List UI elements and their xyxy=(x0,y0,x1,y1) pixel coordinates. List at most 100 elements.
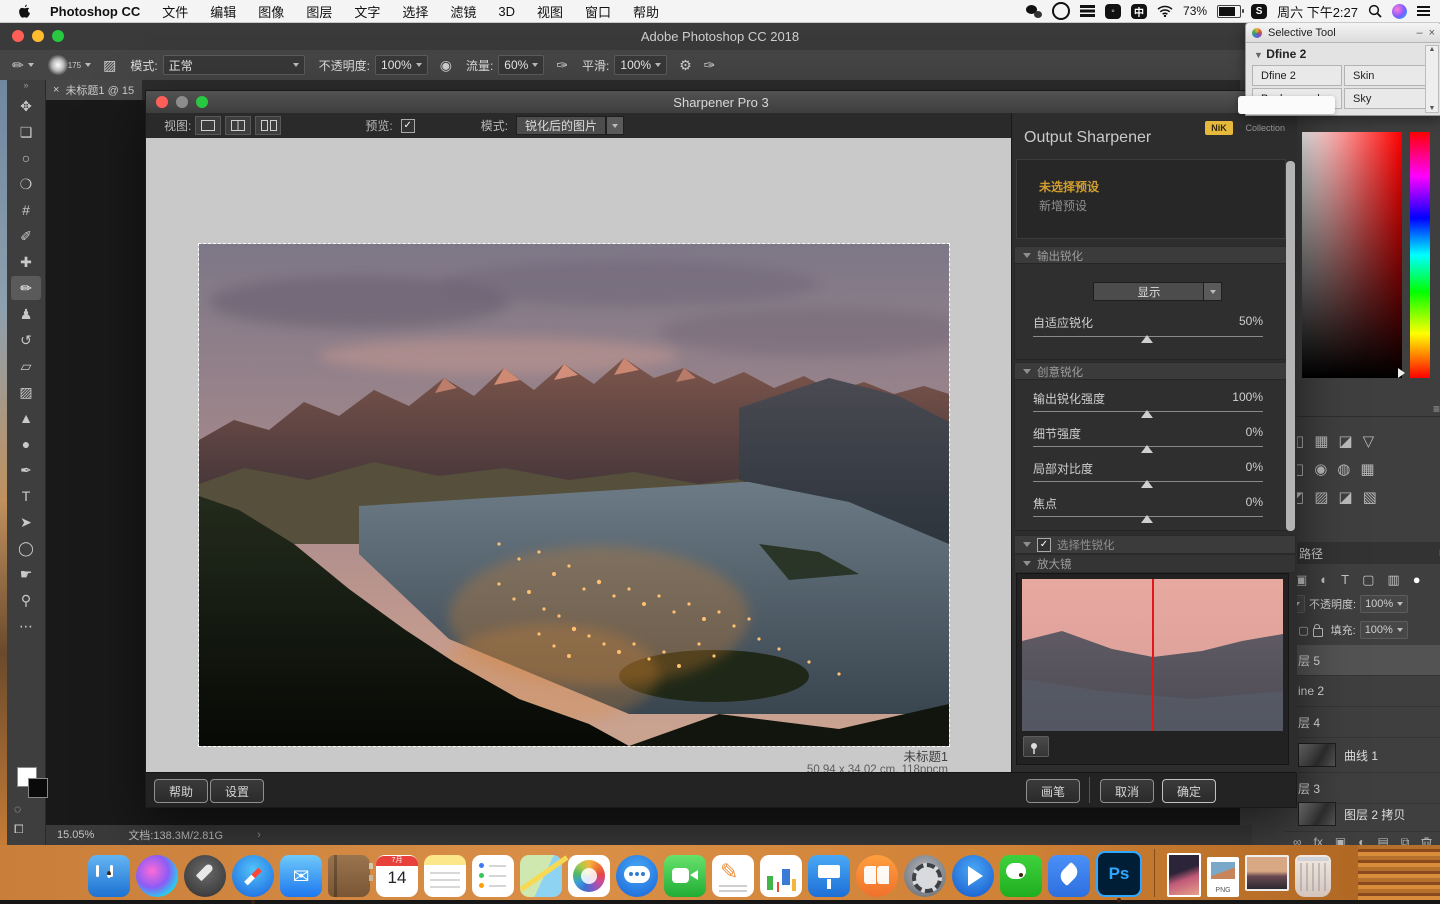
lock-transparency-icon[interactable]: ▢ xyxy=(1298,624,1308,637)
healing-tool[interactable]: ✚ xyxy=(11,250,41,274)
eyedropper-tool[interactable]: ✐ xyxy=(11,224,41,248)
dock-safari-icon[interactable] xyxy=(232,855,274,897)
blur-tool[interactable]: ▲ xyxy=(11,406,41,430)
apple-icon[interactable] xyxy=(18,4,31,19)
preview-checkbox[interactable]: ✓ xyxy=(401,119,415,133)
toolbar-collapse-icon[interactable]: » xyxy=(7,80,45,92)
hue-marker-icon[interactable] xyxy=(1398,368,1405,378)
color-saturation-field[interactable] xyxy=(1302,132,1402,378)
creative-cloud-icon[interactable] xyxy=(1052,2,1070,20)
display-select-arrow[interactable] xyxy=(1203,282,1222,301)
vibrance-icon[interactable]: ▽ xyxy=(1363,432,1375,458)
dock-file-portrait-icon[interactable] xyxy=(1167,853,1201,897)
quick-select-tool[interactable]: ❍ xyxy=(11,172,41,196)
selective-button-sky[interactable]: Sky xyxy=(1344,88,1436,109)
background-color-swatch[interactable] xyxy=(28,778,48,798)
minimize-icon[interactable]: – xyxy=(1416,27,1422,39)
dock-trash-icon[interactable] xyxy=(1295,855,1331,897)
slider-track[interactable] xyxy=(1033,516,1263,517)
slider-track[interactable] xyxy=(1033,411,1263,412)
layer-row[interactable]: 层 5 xyxy=(1285,645,1440,676)
dock-numbers-icon[interactable] xyxy=(760,855,802,897)
wechat-status-icon[interactable] xyxy=(1026,5,1042,18)
dock-messages-icon[interactable] xyxy=(616,855,658,897)
dock-mail-icon[interactable] xyxy=(280,855,322,897)
eraser-tool[interactable]: ▱ xyxy=(11,354,41,378)
brush-preview-icon[interactable] xyxy=(48,55,68,75)
layer-row[interactable]: 图层 2 拷贝 xyxy=(1285,797,1440,832)
layer-row[interactable]: 层 4 xyxy=(1285,707,1440,738)
selective-scrollbar[interactable]: ▲▼ xyxy=(1425,45,1439,113)
preview-image[interactable] xyxy=(198,243,950,747)
opacity-select[interactable]: 100% xyxy=(375,55,428,75)
view-split-button[interactable] xyxy=(225,116,251,135)
spotlight-icon[interactable] xyxy=(1368,4,1382,18)
screenshot-app-badge[interactable]: S xyxy=(1251,4,1267,19)
menu-help[interactable]: 帮助 xyxy=(622,2,670,21)
photo-filter-icon[interactable]: ◉ xyxy=(1314,460,1327,486)
pressure-opacity-icon[interactable]: ◉ xyxy=(440,57,452,74)
zoom-tool[interactable]: ⚲ xyxy=(11,588,41,612)
flow-select[interactable]: 60% xyxy=(498,55,544,75)
layer-thumbnail[interactable] xyxy=(1298,802,1336,826)
menu-filter[interactable]: 滤镜 xyxy=(439,2,487,21)
menu-type[interactable]: 文字 xyxy=(343,2,391,21)
exposure-icon[interactable]: ◪ xyxy=(1338,432,1352,458)
gradient-tool[interactable]: ▨ xyxy=(11,380,41,404)
view-single-button[interactable] xyxy=(195,116,221,135)
loupe-pin-button[interactable] xyxy=(1023,736,1049,757)
panel-menu-icon[interactable]: ≡ xyxy=(1433,402,1440,416)
channel-mixer-icon[interactable]: ◍ xyxy=(1337,460,1350,486)
toggle-brush-panel-icon[interactable]: ▨ xyxy=(103,57,116,74)
dock-notes-icon[interactable] xyxy=(424,855,466,897)
selective-button-dfine[interactable]: Dfine 2 xyxy=(1252,65,1342,86)
posterize-icon[interactable]: ▨ xyxy=(1314,488,1328,514)
wifi-icon[interactable] xyxy=(1157,5,1173,17)
dock-contacts-icon[interactable] xyxy=(328,855,370,897)
pressure-size-icon[interactable]: ✑ xyxy=(704,57,716,74)
slider-thumb[interactable] xyxy=(1141,515,1153,523)
hue-strip[interactable] xyxy=(1410,132,1430,378)
filter-shape-icon[interactable]: ▢ xyxy=(1362,572,1374,588)
dodge-tool[interactable]: ● xyxy=(11,432,41,456)
layer-thumbnail[interactable] xyxy=(1298,743,1336,767)
mode-select[interactable]: 锐化后的图片 xyxy=(516,116,606,135)
slider-track[interactable] xyxy=(1033,336,1263,337)
move-tool[interactable]: ✥ xyxy=(11,94,41,118)
dock-maps-icon[interactable] xyxy=(520,855,562,897)
selective-checkbox[interactable]: ✓ xyxy=(1037,538,1051,552)
stacks-icon[interactable] xyxy=(1080,5,1095,17)
menu-layer[interactable]: 图层 xyxy=(295,2,343,21)
dock-calendar-icon[interactable]: 7月14 xyxy=(376,855,418,897)
slider-value[interactable]: 100% xyxy=(1232,390,1263,404)
airbrush-icon[interactable]: ✑ xyxy=(556,57,568,74)
layer-opacity-select[interactable]: 100% xyxy=(1360,595,1408,613)
menubar-app-name[interactable]: Photoshop CC xyxy=(39,4,151,19)
curves-icon[interactable]: ▦ xyxy=(1314,432,1328,458)
type-tool[interactable]: T xyxy=(11,484,41,508)
brush-size-arrow[interactable] xyxy=(85,63,91,67)
panel-scrollbar[interactable] xyxy=(1286,161,1295,541)
siri-icon[interactable] xyxy=(1392,4,1407,19)
selective-section-header[interactable]: ▼ Dfine 2 xyxy=(1246,43,1440,65)
lasso-tool[interactable]: ○ xyxy=(11,146,41,170)
notification-center-icon[interactable] xyxy=(1417,6,1430,16)
input-source-badge[interactable]: 中 xyxy=(1131,4,1147,19)
menu-select[interactable]: 选择 xyxy=(391,2,439,21)
gradient-map-icon[interactable]: ▧ xyxy=(1363,488,1377,514)
document-tab[interactable]: ×未标题1 @ 15 xyxy=(45,80,142,100)
menu-image[interactable]: 图像 xyxy=(247,2,295,21)
hand-tool[interactable]: ☛ xyxy=(11,562,41,586)
slider-thumb[interactable] xyxy=(1141,410,1153,418)
slider-thumb[interactable] xyxy=(1141,480,1153,488)
shape-tool[interactable]: ◯ xyxy=(11,536,41,560)
close-icon[interactable]: × xyxy=(1429,27,1435,39)
display-select[interactable]: 显示 xyxy=(1093,282,1205,301)
tab-close-icon[interactable]: × xyxy=(53,84,59,96)
zoom-level[interactable]: 15.05% xyxy=(57,829,94,841)
screen-mode-icon[interactable]: ⧠ xyxy=(14,822,24,837)
cancel-button[interactable]: 取消 xyxy=(1100,779,1154,803)
brush-button[interactable]: 画笔 xyxy=(1026,779,1080,803)
color-lookup-icon[interactable]: ▦ xyxy=(1360,460,1374,486)
slider-value[interactable]: 50% xyxy=(1239,314,1263,328)
